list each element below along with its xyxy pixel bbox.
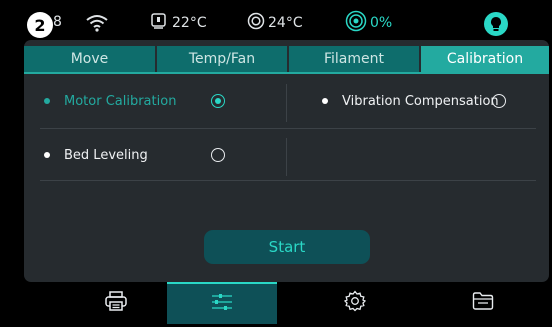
control-panel: Move Temp/Fan Filament Calibration Motor… <box>24 40 549 282</box>
tab-temp-fan[interactable]: Temp/Fan <box>157 46 287 72</box>
nav-control[interactable] <box>167 282 277 324</box>
nav-files[interactable] <box>428 282 538 324</box>
printer-touchscreen: 2 8 22°C 24°C 0% Move Temp/Fan Filament … <box>0 0 552 327</box>
bullet-dot <box>322 98 328 104</box>
fan-status: 0% <box>345 10 393 36</box>
wifi-icon[interactable] <box>86 11 108 35</box>
status-bar: 2 8 22°C 24°C 0% <box>0 0 552 44</box>
bed-temp-value: 24°C <box>268 15 303 31</box>
fan-icon <box>345 10 367 36</box>
bullet-dot <box>44 152 50 158</box>
bed-leveling-radio[interactable] <box>211 148 225 162</box>
option-label: Motor Calibration <box>64 93 177 109</box>
bullet-dot <box>44 98 50 104</box>
row-divider <box>40 180 536 181</box>
hotend-icon <box>151 12 166 34</box>
option-label: Bed Leveling <box>64 147 148 163</box>
tab-filament[interactable]: Filament <box>289 46 419 72</box>
fan-percent-value: 0% <box>370 15 393 31</box>
tab-bar: Move Temp/Fan Filament Calibration <box>24 46 549 72</box>
tab-move[interactable]: Move <box>24 46 155 72</box>
nav-print[interactable] <box>64 282 168 324</box>
hotend-temp-value: 22°C <box>172 15 207 31</box>
column-divider <box>286 138 287 176</box>
step-badge: 2 <box>27 12 53 38</box>
hotend-temp: 22°C <box>151 11 207 35</box>
motor-calibration-radio[interactable] <box>211 94 225 108</box>
column-divider <box>286 84 287 122</box>
tab-calibration[interactable]: Calibration <box>421 46 549 72</box>
bottom-nav <box>0 282 552 327</box>
status-clipped-digit: 8 <box>53 14 62 30</box>
light-bulb-icon[interactable] <box>484 12 508 36</box>
option-vibration-compensation[interactable]: Vibration Compensation <box>322 90 499 112</box>
tab-underline <box>24 72 549 74</box>
row-divider <box>40 128 536 129</box>
bed-temp: 24°C <box>247 11 303 35</box>
folder-icon <box>472 291 494 315</box>
vibration-compensation-radio[interactable] <box>492 94 506 108</box>
bed-icon <box>247 12 265 34</box>
sliders-icon <box>210 292 234 316</box>
option-motor-calibration[interactable]: Motor Calibration <box>44 90 176 112</box>
option-label: Vibration Compensation <box>342 93 499 109</box>
option-bed-leveling[interactable]: Bed Leveling <box>44 144 148 166</box>
nav-settings[interactable] <box>300 282 410 324</box>
printer-icon <box>105 291 127 315</box>
start-button[interactable]: Start <box>204 230 370 264</box>
gear-icon <box>343 290 367 316</box>
